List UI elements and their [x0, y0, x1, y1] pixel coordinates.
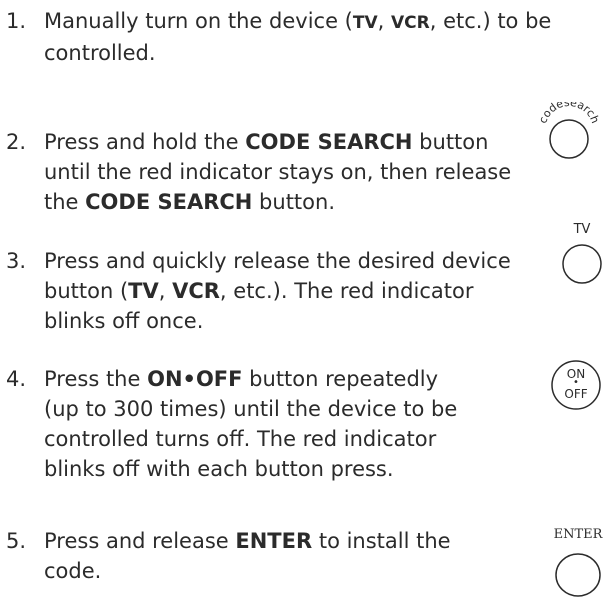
- code-search-button-icon: codesearch: [536, 96, 602, 162]
- bold-term: VCR: [390, 13, 430, 33]
- step-text: Press and quickly release the desired de…: [44, 246, 514, 336]
- step-number: 4.: [6, 367, 27, 391]
- step-number: 2.: [6, 130, 27, 154]
- bold-term: TV: [128, 279, 159, 303]
- bold-term: TV: [352, 13, 378, 33]
- step-text: Press and hold the CODE SEARCH button un…: [44, 127, 514, 217]
- step-text: Manually turn on the device (TV, VCR, et…: [44, 6, 604, 68]
- code-search-label: codesearch: [536, 96, 602, 125]
- bold-term: ENTER: [235, 529, 313, 553]
- text-run: Manually turn on the device (: [44, 9, 353, 33]
- text-run: ,: [158, 279, 173, 303]
- text-run: button.: [252, 190, 335, 214]
- step-number: 5.: [6, 529, 27, 553]
- bold-term: CODE SEARCH: [245, 130, 413, 154]
- bold-term: ON•OFF: [147, 367, 243, 391]
- tv-button-label: TV: [573, 222, 591, 237]
- step-number: 3.: [6, 249, 27, 273]
- on-off-button-icon: ON • OFF: [548, 357, 604, 413]
- bold-term: CODE SEARCH: [85, 190, 253, 214]
- enter-button-label: ENTER: [553, 527, 603, 542]
- text-run: ,: [377, 9, 391, 33]
- tv-button-icon: TV: [560, 222, 604, 292]
- enter-button-icon: ENTER: [550, 527, 606, 597]
- text-run: Press the: [44, 367, 148, 391]
- text-run: Press and hold the: [44, 130, 246, 154]
- step-number: 1.: [6, 9, 27, 33]
- off-label: OFF: [564, 387, 588, 401]
- bold-term: VCR: [172, 279, 220, 303]
- step-text: Press and release ENTER to install the c…: [44, 526, 474, 586]
- text-run: Press and release: [44, 529, 236, 553]
- svg-text:codesearch: codesearch: [538, 102, 600, 125]
- step-text: Press the ON•OFF button repeatedly (up t…: [44, 364, 464, 484]
